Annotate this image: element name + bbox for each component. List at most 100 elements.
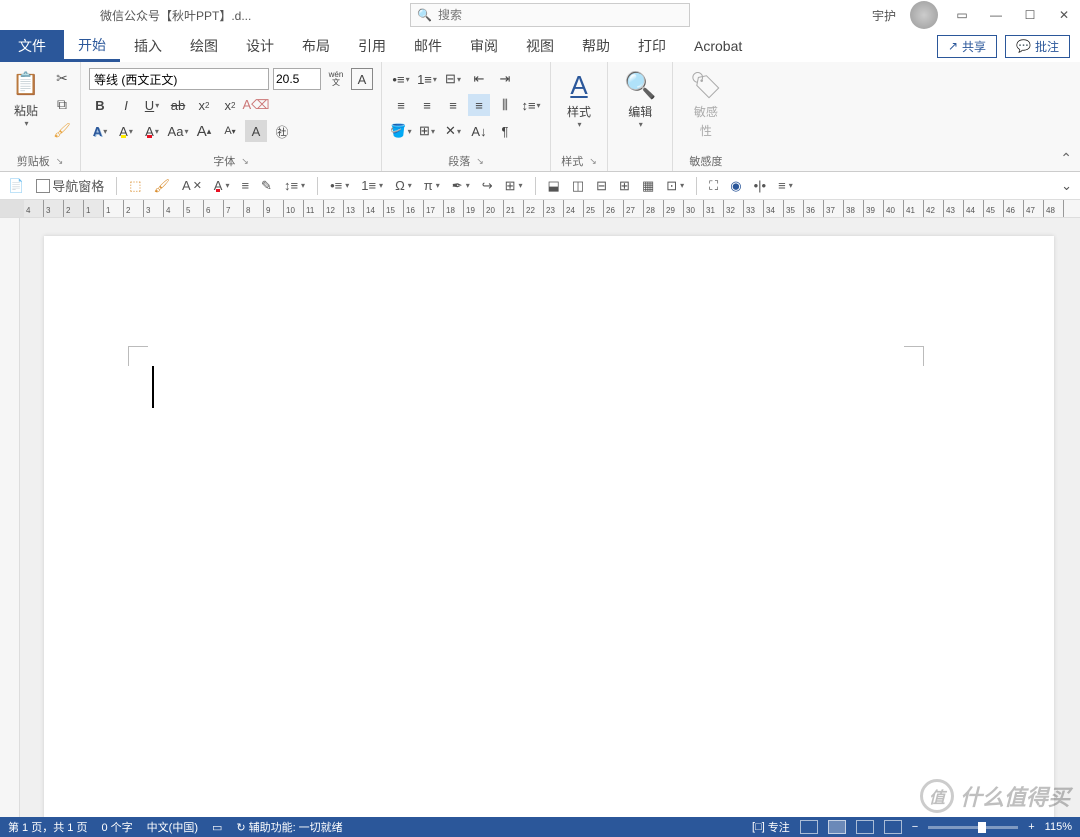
- line-spacing-icon[interactable]: ↕≡▾: [520, 94, 542, 116]
- collapse-ribbon-icon[interactable]: ⌃: [1060, 150, 1072, 167]
- tool-merge-cell-icon[interactable]: ▦: [642, 178, 654, 194]
- tab-home[interactable]: 开始: [64, 30, 120, 62]
- word-count[interactable]: 0 个字: [101, 819, 132, 835]
- read-mode-icon[interactable]: [800, 820, 818, 834]
- paragraph-dialog-icon[interactable]: ↘: [476, 156, 484, 167]
- align-justify-icon[interactable]: ≡: [468, 94, 490, 116]
- maximize-icon[interactable]: ☐: [1020, 5, 1040, 25]
- tool-overflow-icon[interactable]: ⌄: [1061, 178, 1072, 194]
- language-indicator[interactable]: 中文(中国): [147, 819, 198, 835]
- print-layout-icon[interactable]: [828, 820, 846, 834]
- text-effects-icon[interactable]: A▾: [89, 120, 111, 142]
- tool-font-color-icon[interactable]: A▾: [214, 178, 230, 193]
- clear-formatting-icon[interactable]: A⌫: [245, 94, 267, 116]
- styles-dialog-icon[interactable]: ↘: [589, 156, 597, 167]
- change-case-icon[interactable]: Aa▾: [167, 120, 189, 142]
- tab-draw[interactable]: 绘图: [176, 30, 232, 62]
- enclose-characters-icon[interactable]: ㊓: [271, 120, 293, 142]
- tool-equation-icon[interactable]: π▾: [424, 178, 440, 193]
- web-layout-icon[interactable]: [856, 820, 874, 834]
- paste-dropdown[interactable]: ▾: [24, 119, 28, 128]
- tool-insert-row-icon[interactable]: ⬓: [548, 178, 560, 194]
- borders-icon[interactable]: ⊞▾: [416, 120, 438, 142]
- ribbon-mode-icon[interactable]: ▭: [952, 5, 972, 25]
- strikethrough-icon[interactable]: ab: [167, 94, 189, 116]
- tool-highlight-icon[interactable]: ✎: [261, 178, 272, 194]
- align-right-icon[interactable]: ≡: [442, 94, 464, 116]
- minimize-icon[interactable]: —: [986, 5, 1006, 25]
- numbering-icon[interactable]: 1≡▾: [416, 68, 438, 90]
- multilevel-list-icon[interactable]: ⊟▾: [442, 68, 464, 90]
- tool-arrow-icon[interactable]: ↪: [482, 178, 493, 194]
- underline-icon[interactable]: U▾: [141, 94, 163, 116]
- tab-insert[interactable]: 插入: [120, 30, 176, 62]
- zoom-slider[interactable]: [928, 826, 1018, 829]
- tool-justify-icon[interactable]: ≡: [241, 178, 249, 193]
- paste-icon[interactable]: 📋: [10, 68, 42, 100]
- font-dialog-icon[interactable]: ↘: [241, 156, 249, 167]
- decrease-indent-icon[interactable]: ⇤: [468, 68, 490, 90]
- bullets-icon[interactable]: •≡▾: [390, 68, 412, 90]
- grow-font-icon[interactable]: A▴: [193, 120, 215, 142]
- tool-delete-row-icon[interactable]: ⊟: [596, 178, 607, 194]
- highlight-icon[interactable]: A▾: [115, 120, 137, 142]
- outline-icon[interactable]: 📄: [8, 178, 24, 194]
- share-button[interactable]: ↗共享: [937, 35, 997, 58]
- copy-icon[interactable]: ⧉: [52, 94, 72, 114]
- align-left-icon[interactable]: ≡: [390, 94, 412, 116]
- search-box[interactable]: 🔍: [410, 3, 690, 27]
- user-avatar[interactable]: [910, 1, 938, 29]
- tool-table-icon[interactable]: ⊞▾: [505, 178, 523, 194]
- outline-view-icon[interactable]: [884, 820, 902, 834]
- close-icon[interactable]: ✕: [1054, 5, 1074, 25]
- tool-clear-format-icon[interactable]: A✕: [182, 178, 202, 193]
- tool-brush-icon[interactable]: 🖌: [154, 178, 171, 194]
- tool-more-icon[interactable]: ≡▾: [778, 178, 793, 193]
- increase-indent-icon[interactable]: ⇥: [494, 68, 516, 90]
- tab-mailings[interactable]: 邮件: [400, 30, 456, 62]
- bold-icon[interactable]: B: [89, 94, 111, 116]
- editing-button[interactable]: 🔍 编辑 ▾: [612, 64, 668, 135]
- horizontal-ruler[interactable]: 4321123456789101112131415161718192021222…: [0, 200, 1080, 218]
- styles-button[interactable]: A 样式 ▾: [555, 64, 603, 135]
- format-painter-icon[interactable]: 🖌: [52, 120, 72, 140]
- tool-align-objects-icon[interactable]: •|•: [754, 178, 766, 193]
- tab-view[interactable]: 视图: [512, 30, 568, 62]
- vertical-ruler[interactable]: [0, 218, 20, 817]
- font-size-select[interactable]: [273, 68, 321, 90]
- clipboard-dialog-icon[interactable]: ↘: [56, 156, 64, 167]
- tab-layout[interactable]: 布局: [288, 30, 344, 62]
- tab-acrobat[interactable]: Acrobat: [680, 30, 756, 62]
- tool-insert-col-icon[interactable]: ◫: [572, 178, 584, 194]
- show-marks-icon[interactable]: ¶: [494, 120, 516, 142]
- subscript-icon[interactable]: x2: [193, 94, 215, 116]
- italic-icon[interactable]: I: [115, 94, 137, 116]
- cut-icon[interactable]: ✂: [52, 68, 72, 88]
- phonetic-guide-icon[interactable]: wén文: [325, 68, 347, 90]
- tab-references[interactable]: 引用: [344, 30, 400, 62]
- document-page[interactable]: [44, 236, 1054, 817]
- page-indicator[interactable]: 第 1 页，共 1 页: [8, 819, 87, 835]
- zoom-level[interactable]: 115%: [1045, 821, 1072, 833]
- asian-layout-icon[interactable]: ✕▾: [442, 120, 464, 142]
- superscript-icon[interactable]: x2: [219, 94, 241, 116]
- tool-format-painter-icon[interactable]: ⬚: [129, 178, 141, 194]
- tool-pen-icon[interactable]: ✒▾: [452, 178, 470, 194]
- tool-borders-icon[interactable]: ⊡▾: [666, 178, 684, 194]
- tool-linespacing-icon[interactable]: ↕≡▾: [284, 178, 305, 193]
- sort-icon[interactable]: A↓: [468, 120, 490, 142]
- align-center-icon[interactable]: ≡: [416, 94, 438, 116]
- tool-numbering-icon[interactable]: 1≡▾: [361, 178, 383, 193]
- tab-file[interactable]: 文件: [0, 30, 64, 62]
- nav-pane-toggle[interactable]: 导航窗格: [36, 176, 104, 195]
- zoom-in-icon[interactable]: +: [1028, 821, 1034, 833]
- paste-button[interactable]: 粘贴: [14, 102, 38, 119]
- tool-screenshot-icon[interactable]: ⛶: [709, 178, 718, 194]
- document-scroll[interactable]: [20, 218, 1080, 817]
- tool-symbol-icon[interactable]: Ω▾: [395, 178, 412, 193]
- font-color-icon[interactable]: A▾: [141, 120, 163, 142]
- accessibility-button[interactable]: ↻ 辅助功能: 一切就绪: [236, 819, 342, 835]
- tab-help[interactable]: 帮助: [568, 30, 624, 62]
- character-shading-icon[interactable]: A: [245, 120, 267, 142]
- tab-print[interactable]: 打印: [624, 30, 680, 62]
